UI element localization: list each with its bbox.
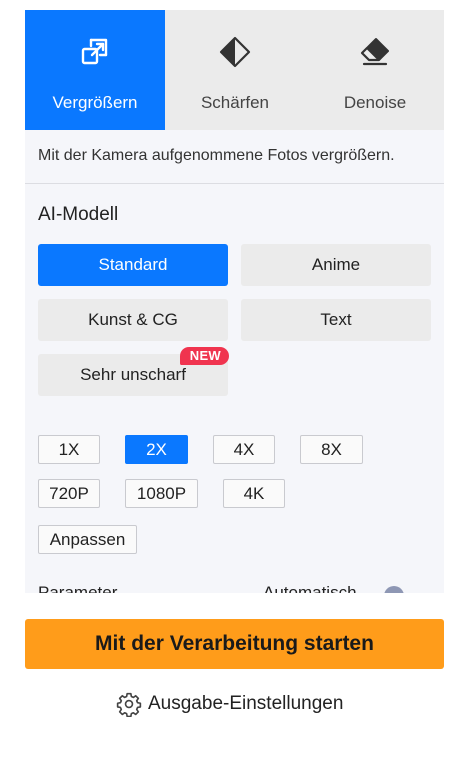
scale-8x-button[interactable]: 8X: [300, 435, 363, 464]
scale-4x-button[interactable]: 4X: [213, 435, 275, 464]
tab-label: Denoise: [343, 93, 407, 112]
scale-1x-button[interactable]: 1X: [38, 435, 100, 464]
gear-icon: [116, 692, 142, 717]
scale-2x-button[interactable]: 2X: [125, 435, 188, 464]
enlarge-icon: [25, 36, 165, 68]
scale-4k-button[interactable]: 4K: [223, 479, 285, 508]
output-settings-link[interactable]: Ausgabe-Einstellungen: [116, 690, 343, 718]
mode-description: Mit der Kamera aufgenommene Fotos vergrö…: [38, 147, 395, 164]
scale-1080p-button[interactable]: 1080P: [125, 479, 198, 508]
new-badge: NEW: [179, 347, 229, 365]
tab-label: Vergrößern: [52, 93, 138, 112]
tab-sharpen[interactable]: Schärfen: [165, 10, 305, 130]
settings-panel: Vergrößern Schärfen Denoise Mit der Kame…: [25, 10, 444, 593]
model-art-cg-button[interactable]: Kunst & CG: [38, 299, 228, 341]
model-anime-button[interactable]: Anime: [241, 244, 431, 286]
parameter-value[interactable]: Automatisch: [263, 583, 357, 593]
custom-scale-button[interactable]: Anpassen: [38, 525, 137, 554]
ai-model-title: AI-Modell: [38, 204, 119, 225]
model-very-blurry-label: Sehr unscharf: [80, 365, 186, 384]
start-processing-button[interactable]: Mit der Verarbeitung starten: [25, 619, 444, 669]
tab-label: Schärfen: [200, 93, 270, 112]
scale-720p-button[interactable]: 720P: [38, 479, 100, 508]
parameter-label: Parameter: [38, 583, 118, 593]
parameter-row: Parameter Automatisch: [38, 583, 438, 593]
mode-tabs: Vergrößern Schärfen Denoise: [25, 10, 444, 130]
output-settings-label: Ausgabe-Einstellungen: [148, 693, 344, 714]
model-very-blurry-button[interactable]: Sehr unscharf NEW: [38, 347, 229, 396]
eraser-icon: [305, 36, 444, 68]
divider: [25, 183, 444, 184]
tab-denoise[interactable]: Denoise: [305, 10, 444, 130]
tab-enlarge[interactable]: Vergrößern: [25, 10, 165, 130]
model-standard-button[interactable]: Standard: [38, 244, 228, 286]
sharpen-icon: [165, 36, 305, 68]
info-icon[interactable]: [384, 586, 404, 593]
model-text-button[interactable]: Text: [241, 299, 431, 341]
